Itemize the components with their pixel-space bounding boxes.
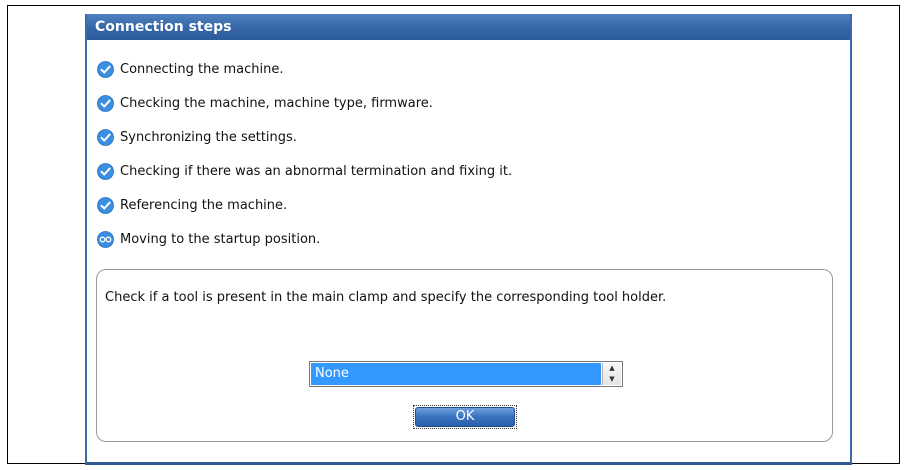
ok-button-focus-ring[interactable]: OK [413,405,517,429]
tool-holder-value[interactable]: None [311,363,601,385]
step-label: Checking if there was an abnormal termin… [120,163,513,179]
dialog-title: Connection steps [87,14,850,40]
step-item: Synchronizing the settings. [97,120,512,154]
ok-button[interactable]: OK [415,407,515,427]
steps-list: Connecting the machine. Checking the mac… [97,52,512,256]
step-item: Checking if there was an abnormal termin… [97,154,512,188]
step-label: Checking the machine, machine type, firm… [120,95,433,111]
step-item: Referencing the machine. [97,188,512,222]
step-label: Moving to the startup position. [120,231,321,247]
step-label: Referencing the machine. [120,197,288,213]
step-item: Moving to the startup position. [97,222,512,256]
in-progress-icon [97,230,114,248]
tool-holder-select[interactable]: None ▲ ▼ [309,361,623,387]
check-circle-icon [97,94,114,112]
check-circle-icon [97,196,114,214]
spinner-arrows-icon[interactable]: ▲ ▼ [602,363,621,385]
check-circle-icon [97,60,114,78]
step-item: Checking the machine, machine type, firm… [97,86,512,120]
tool-check-panel: Check if a tool is present in the main c… [96,269,833,442]
step-label: Synchronizing the settings. [120,129,297,145]
step-item: Connecting the machine. [97,52,512,86]
connection-steps-dialog: Connection steps Connecting the machine.… [85,14,852,465]
tool-check-message: Check if a tool is present in the main c… [105,290,667,305]
check-circle-icon [97,162,114,180]
check-circle-icon [97,128,114,146]
step-label: Connecting the machine. [120,61,284,77]
